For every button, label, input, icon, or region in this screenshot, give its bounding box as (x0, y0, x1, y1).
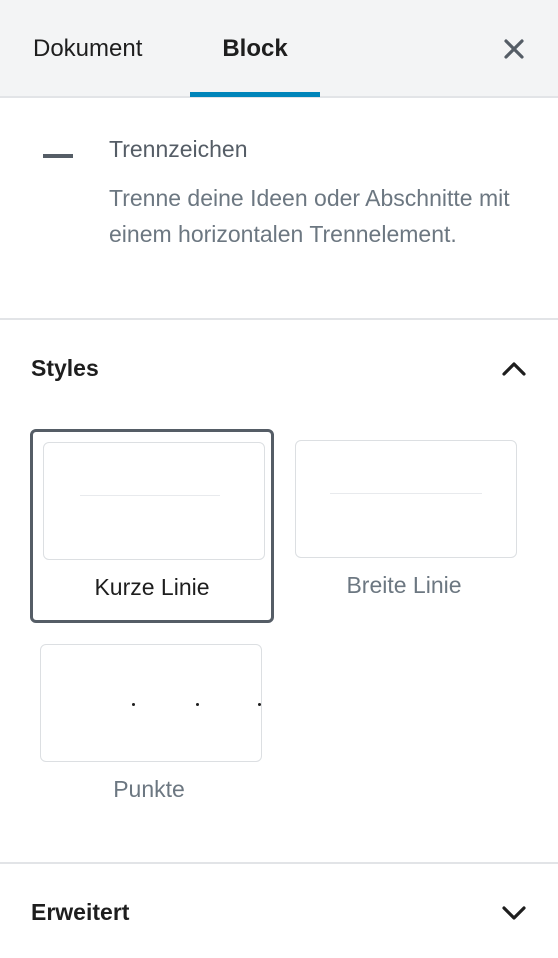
styles-panel-title[interactable]: Styles (31, 355, 99, 382)
style-option-wide-line[interactable]: Breite Linie (282, 427, 526, 621)
style-option-label: Kurze Linie (94, 574, 210, 600)
style-option-dots[interactable]: Punkte (27, 631, 271, 825)
block-title: Trennzeichen (109, 136, 248, 162)
close-sidebar-button[interactable] (496, 31, 532, 67)
active-tab-indicator (190, 92, 320, 97)
sidebar-header: Dokument Block (0, 0, 558, 98)
advanced-panel-toggle[interactable] (497, 896, 531, 930)
tab-document[interactable]: Dokument (33, 0, 142, 98)
advanced-panel: Erweitert (0, 864, 558, 958)
chevron-up-icon (502, 362, 526, 376)
styles-panel: Styles Kurze Linie Breite Linie Punkte (0, 320, 558, 864)
chevron-down-icon (502, 906, 526, 920)
style-preview (295, 440, 517, 558)
block-settings-sidebar: Dokument Block Trennzeichen Trenne deine… (0, 0, 558, 958)
styles-panel-toggle[interactable] (497, 352, 531, 386)
separator-preview-line (330, 493, 482, 494)
close-icon (504, 39, 524, 59)
separator-icon (43, 154, 73, 158)
separator-preview-dots (41, 703, 263, 707)
advanced-panel-title[interactable]: Erweitert (31, 899, 129, 926)
block-description: Trenne deine Ideen oder Abschnitte mit e… (109, 185, 510, 247)
block-card: Trennzeichen Trenne deine Ideen oder Abs… (0, 98, 558, 320)
style-option-short-line[interactable]: Kurze Linie (30, 429, 274, 623)
tab-block[interactable]: Block (190, 0, 320, 98)
style-preview (40, 644, 262, 762)
style-option-label: Punkte (113, 776, 185, 802)
separator-preview-line (80, 495, 220, 496)
style-preview (43, 442, 265, 560)
style-option-label: Breite Linie (346, 572, 462, 598)
